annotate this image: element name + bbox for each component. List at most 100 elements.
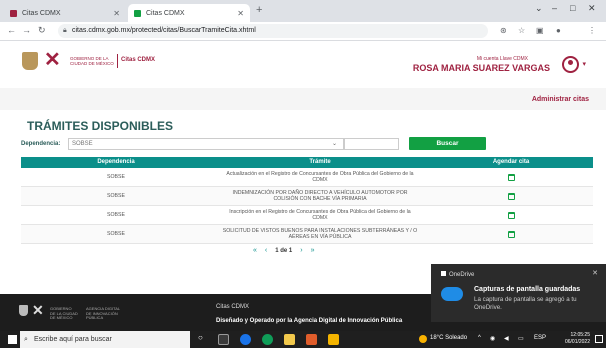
cell-agendar <box>429 225 593 243</box>
footer-shield-logo <box>19 305 28 316</box>
extension-icon[interactable]: ⊛ <box>500 26 507 35</box>
cell-tramite: SOLICITUD DE VISTOS BUENOS PARA INSTALAC… <box>222 228 418 240</box>
maximize-icon[interactable]: □ <box>570 3 575 13</box>
cortana-icon[interactable]: ○ <box>198 333 209 344</box>
close-tab-icon[interactable]: ✕ <box>237 9 244 18</box>
column-header-agendar: Agendar cita <box>492 159 530 165</box>
cell-dependencia: SOBSE <box>107 193 125 199</box>
chrome-icon[interactable] <box>262 334 273 345</box>
footer-x-logo: ✕ <box>32 302 44 318</box>
sidepanel-icon[interactable]: ▣ <box>536 26 544 35</box>
cell-dependencia: SOBSE <box>107 212 125 218</box>
cell-dependencia: SOBSE <box>107 231 125 237</box>
cell-agendar <box>429 206 593 224</box>
app-title[interactable]: Citas CDMX <box>121 57 155 63</box>
close-tab-icon[interactable]: ✕ <box>113 9 120 18</box>
page-title: TRÁMITES DISPONIBLES <box>27 119 174 133</box>
tab-label: Citas CDMX <box>146 9 185 17</box>
cell-tramite: INDEMNIZACIÓN POR DAÑO DIRECTO A VEHÍCUL… <box>232 190 408 202</box>
table-row: SOBSE Inscripción en el Registro de Conc… <box>21 206 593 225</box>
notification-title: Capturas de pantalla guardadas <box>474 286 581 293</box>
calendar-icon[interactable] <box>507 230 515 238</box>
taskbar-search-input[interactable]: ⌕ Escribe aquí para buscar <box>20 331 190 348</box>
browser-tab-1[interactable]: Citas CDMX ✕ <box>4 4 126 22</box>
dependency-selected-value: SOBSE <box>72 141 93 147</box>
table-row: SOBSE SOLICITUD DE VISTOS BUENOS PARA IN… <box>21 225 593 244</box>
battery-icon[interactable]: ▭ <box>518 335 524 342</box>
close-icon[interactable]: ✕ <box>592 269 598 277</box>
cdmx-shield-logo <box>22 52 38 70</box>
search-button[interactable]: Buscar <box>409 137 486 150</box>
search-input[interactable] <box>344 138 399 150</box>
bookmark-star-icon[interactable]: ☆ <box>518 26 525 35</box>
footer-app-name: Citas CDMX <box>216 304 250 310</box>
first-page-button[interactable]: « <box>253 247 257 256</box>
dependency-select[interactable]: SOBSE ⌄ <box>68 138 344 150</box>
new-tab-icon[interactable]: + <box>256 4 262 16</box>
cell-dependencia: SOBSE <box>107 174 125 180</box>
page-info: 1 de 1 <box>275 248 293 254</box>
calendar-icon[interactable] <box>507 211 515 219</box>
pagination: « ‹ 1 de 1 › » <box>253 247 315 256</box>
table-header: Dependencia Trámite Agendar cita <box>21 157 593 168</box>
onedrive-notification[interactable]: OneDrive ✕ Capturas de pantalla guardada… <box>431 264 606 322</box>
column-header-dependencia: Dependencia <box>97 159 135 165</box>
procedures-table: Dependencia Trámite Agendar cita SOBSE A… <box>21 157 593 244</box>
task-view-icon[interactable] <box>218 334 229 345</box>
user-avatar-icon[interactable] <box>562 56 579 73</box>
app-icon[interactable] <box>328 334 339 345</box>
notification-center-icon[interactable] <box>595 335 603 343</box>
last-page-button[interactable]: » <box>311 247 315 256</box>
profile-icon[interactable]: ● <box>556 26 561 35</box>
reload-icon[interactable]: ↻ <box>38 25 46 36</box>
table-row: SOBSE Actualización en el Registro de Co… <box>21 168 593 187</box>
admin-bar: Administrar citas <box>0 88 606 110</box>
tray-chevron-icon[interactable]: ^ <box>478 335 481 341</box>
next-page-button[interactable]: › <box>300 247 302 256</box>
dependency-label: Dependencia: <box>21 141 61 147</box>
browser-tabstrip: Citas CDMX ✕ Citas CDMX ✕ + ⌄ – □ ✕ <box>0 0 606 22</box>
address-bar: ← → ↻ 🔒︎ citas.cdmx.gob.mx/protected/cit… <box>0 22 606 41</box>
taskbar: ⌕ Escribe aquí para buscar ○ 18°C Solead… <box>0 331 606 348</box>
table-row: SOBSE INDEMNIZACIÓN POR DAÑO DIRECTO A V… <box>21 187 593 206</box>
cell-agendar <box>429 168 593 186</box>
search-icon: ⌕ <box>24 336 28 343</box>
gov-text: GOBIERNO DE LA CIUDAD DE MÉXICO <box>70 56 114 66</box>
language-indicator[interactable]: ESP <box>534 335 546 341</box>
user-menu-caret-icon[interactable]: ▾ <box>582 60 586 68</box>
tab-label: Citas CDMX <box>22 9 61 17</box>
weather-sun-icon[interactable] <box>419 335 427 343</box>
file-explorer-icon[interactable] <box>284 334 295 345</box>
edge-icon[interactable] <box>240 334 251 345</box>
url-text: citas.cdmx.gob.mx/protected/citas/Buscar… <box>72 27 256 34</box>
clock[interactable]: 12:05:25 06/01/2022 <box>565 332 590 346</box>
header-divider <box>117 54 118 68</box>
browser-tab-2[interactable]: Citas CDMX ✕ <box>128 4 250 22</box>
column-header-tramite: Trámite <box>309 159 331 165</box>
windows-start-icon[interactable] <box>8 335 17 344</box>
calendar-icon[interactable] <box>507 192 515 200</box>
clock-date: 06/01/2022 <box>564 339 590 345</box>
cell-tramite: Actualización en el Registro de Concursa… <box>226 171 414 183</box>
notification-app-name: OneDrive <box>441 271 474 278</box>
site-header: ✕ GOBIERNO DE LA CIUDAD DE MÉXICO Citas … <box>0 42 606 86</box>
chevron-down-icon[interactable]: ⌄ <box>535 3 543 14</box>
back-icon[interactable]: ← <box>7 25 16 35</box>
speaker-icon[interactable]: ◀ <box>504 335 509 342</box>
minimize-icon[interactable]: – <box>552 3 557 13</box>
user-name: ROSA MARIA SUAREZ VARGAS <box>412 63 550 73</box>
close-window-icon[interactable]: ✕ <box>588 3 596 14</box>
weather-text[interactable]: 18°C Soleado <box>430 335 467 341</box>
prev-page-button[interactable]: ‹ <box>265 247 267 256</box>
menu-kebab-icon[interactable]: ⋮ <box>588 26 596 35</box>
url-input[interactable]: 🔒︎ citas.cdmx.gob.mx/protected/citas/Bus… <box>58 24 488 38</box>
admin-citas-link[interactable]: Administrar citas <box>532 96 589 103</box>
forward-icon[interactable]: → <box>22 25 31 35</box>
cloud-icon <box>441 287 463 301</box>
footer-agency-text: AGENCIA DIGITAL DE INNOVACIÓN PÚBLICA <box>86 306 121 320</box>
network-icon[interactable]: ◉ <box>490 335 495 342</box>
footer-credit: Diseñado y Operado por la Agencia Digita… <box>216 318 403 324</box>
calendar-icon[interactable] <box>507 173 515 181</box>
favicon-icon <box>10 9 17 17</box>
app-icon[interactable] <box>306 334 317 345</box>
